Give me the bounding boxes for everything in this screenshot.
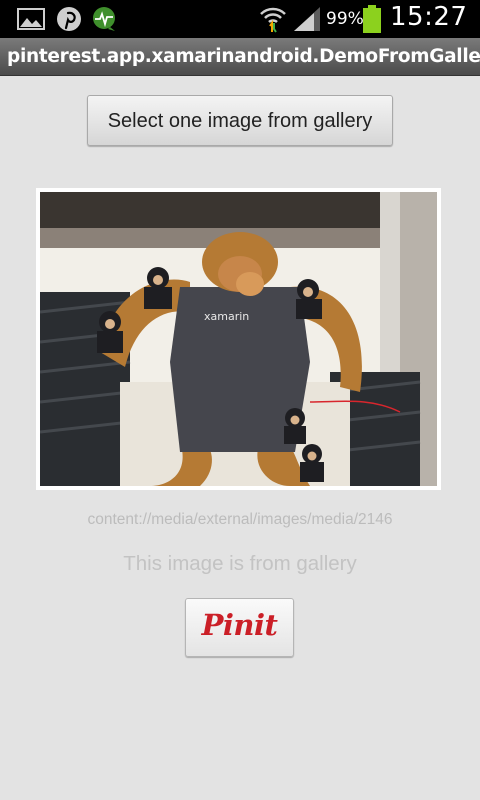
- select-image-button[interactable]: Select one image from gallery: [87, 95, 393, 146]
- svg-text:xamarin: xamarin: [204, 310, 249, 323]
- selected-image: xamarin: [36, 188, 441, 490]
- wifi-icon: [260, 7, 286, 33]
- gallery-icon: [17, 8, 45, 30]
- battery-percent: 99%: [326, 9, 364, 29]
- app-title: pinterest.app.xamarinandroid.DemoFromGal…: [7, 46, 480, 67]
- pinterest-icon: [57, 7, 81, 31]
- pin-it-label: Pinit: [201, 608, 278, 642]
- activity-monitor-icon: [93, 7, 115, 31]
- photo-monkeys-on-sofa: xamarin: [40, 192, 437, 486]
- clock: 15:27: [390, 2, 468, 32]
- image-source-caption: This image is from gallery: [123, 552, 357, 575]
- signal-icon: [294, 7, 320, 31]
- app-title-bar: pinterest.app.xamarinandroid.DemoFromGal…: [0, 38, 480, 76]
- pin-it-button[interactable]: Pinit: [185, 598, 294, 657]
- status-bar: 99% 15:27: [0, 0, 480, 38]
- image-uri-text: content://media/external/images/media/21…: [87, 511, 393, 528]
- battery-icon: [363, 5, 381, 33]
